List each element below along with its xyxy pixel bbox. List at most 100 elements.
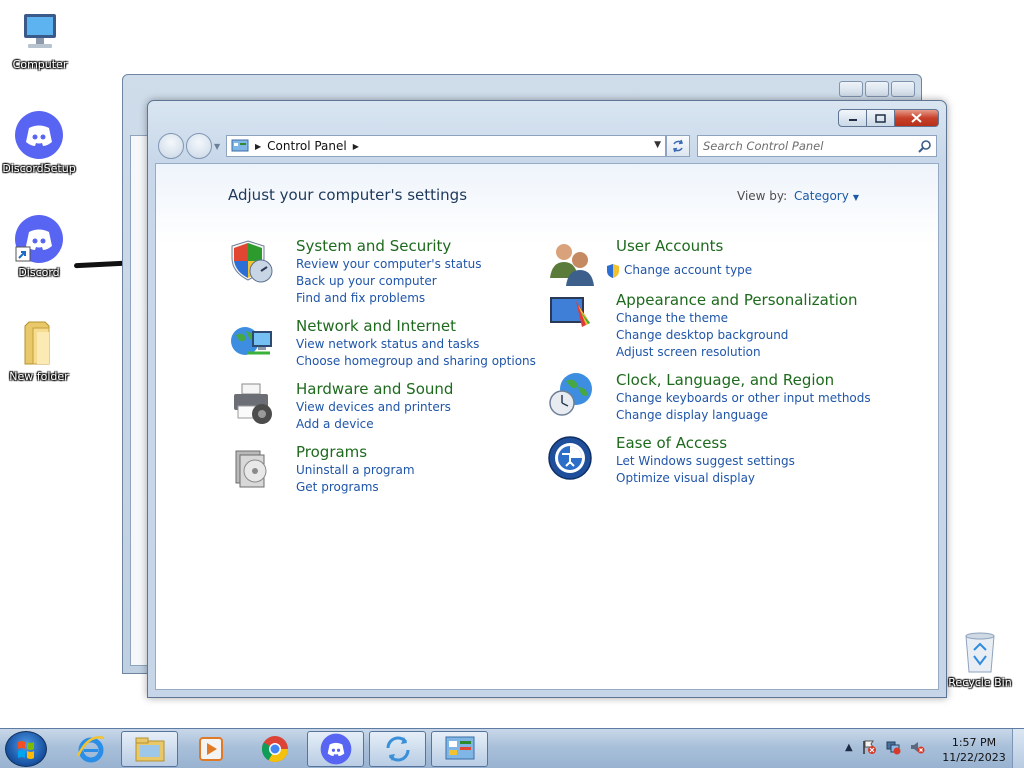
taskbar-media-player[interactable] bbox=[182, 731, 239, 767]
desktop-icon-discordsetup[interactable]: DiscordSetup bbox=[0, 110, 79, 175]
desktop-icon-discord[interactable]: Discord bbox=[0, 214, 79, 279]
desktop-icon-computer[interactable]: Computer bbox=[0, 8, 80, 71]
back-button[interactable] bbox=[158, 133, 184, 159]
breadcrumb-chevron-icon[interactable]: ▶ bbox=[353, 142, 359, 151]
taskbar-clock[interactable]: 1:57 PM 11/22/2023 bbox=[940, 735, 1008, 765]
taskbar-updater[interactable] bbox=[369, 731, 426, 767]
category-link[interactable]: Let Windows suggest settings bbox=[616, 454, 795, 468]
category-link[interactable]: Change account type bbox=[624, 263, 752, 277]
clock-time: 1:57 PM bbox=[951, 736, 997, 749]
close-button[interactable] bbox=[895, 109, 939, 127]
discord-taskbar-icon bbox=[320, 733, 351, 765]
category-link[interactable]: Review your computer's status bbox=[296, 257, 482, 271]
control-panel-content: Adjust your computer's settings View by:… bbox=[155, 163, 939, 690]
desktop-icon-label: Discord bbox=[18, 266, 60, 279]
taskbar-chrome[interactable] bbox=[246, 731, 303, 767]
discord-shortcut-icon bbox=[15, 215, 63, 263]
file-explorer-icon bbox=[135, 737, 164, 762]
media-player-icon bbox=[198, 737, 223, 761]
recycle-bin-icon bbox=[965, 632, 995, 673]
taskbar-control-panel[interactable] bbox=[431, 731, 488, 767]
breadcrumb-chevron-icon[interactable]: ▶ bbox=[255, 142, 261, 151]
category-link[interactable]: Change desktop background bbox=[616, 328, 788, 342]
discord-icon bbox=[15, 111, 63, 159]
minimize-icon bbox=[848, 119, 857, 121]
category-link[interactable]: Find and fix problems bbox=[296, 291, 425, 305]
view-by-dropdown[interactable]: Category ▼ bbox=[794, 189, 859, 203]
category-title[interactable]: Hardware and Sound bbox=[296, 380, 453, 398]
content-header-gradient bbox=[156, 164, 938, 244]
taskbar-file-explorer[interactable] bbox=[121, 731, 178, 767]
search-input[interactable] bbox=[703, 136, 903, 156]
desktop-icon-recycle-bin[interactable]: Recycle Bin bbox=[940, 630, 1020, 689]
category-link[interactable]: View devices and printers bbox=[296, 400, 451, 414]
action-center-flag-icon[interactable] bbox=[861, 739, 877, 755]
network-tray-icon[interactable] bbox=[885, 739, 901, 755]
taskbar-internet-explorer[interactable] bbox=[62, 731, 119, 767]
computer-icon bbox=[24, 14, 56, 48]
view-by-value: Category bbox=[794, 189, 849, 203]
address-dropdown-icon[interactable]: ▼ bbox=[654, 140, 661, 150]
category-title[interactable]: Clock, Language, and Region bbox=[616, 371, 834, 389]
shield-icon bbox=[231, 240, 273, 283]
show-hidden-icons-icon[interactable]: ▲ bbox=[845, 742, 853, 753]
sync-icon bbox=[386, 736, 409, 762]
desktop-icon-new-folder[interactable]: New folder bbox=[0, 318, 79, 383]
forward-button[interactable] bbox=[186, 133, 212, 159]
taskbar-discord[interactable] bbox=[307, 731, 364, 767]
category-link[interactable]: Uninstall a program bbox=[296, 463, 415, 477]
minimize-button[interactable] bbox=[838, 109, 867, 127]
maximize-button[interactable] bbox=[867, 109, 895, 127]
search-box[interactable] bbox=[697, 135, 937, 157]
view-by-label: View by: bbox=[737, 189, 788, 203]
close-icon bbox=[911, 113, 922, 123]
category-link[interactable]: Adjust screen resolution bbox=[616, 345, 761, 359]
refresh-button[interactable] bbox=[666, 135, 690, 157]
show-desktop-button[interactable] bbox=[1012, 729, 1024, 768]
breadcrumb-control-panel[interactable]: Control Panel bbox=[267, 139, 347, 153]
close-button[interactable] bbox=[891, 81, 915, 97]
category-link[interactable]: Back up your computer bbox=[296, 274, 437, 288]
folder-icon bbox=[24, 321, 50, 365]
category-link[interactable]: Choose homegroup and sharing options bbox=[296, 354, 536, 368]
address-bar[interactable]: ▶ Control Panel ▶ ▼ bbox=[226, 135, 666, 157]
category-link[interactable]: Get programs bbox=[296, 480, 379, 494]
category-title[interactable]: Appearance and Personalization bbox=[616, 291, 858, 309]
category-link[interactable]: Add a device bbox=[296, 417, 374, 431]
control-panel-icon bbox=[231, 139, 249, 152]
maximize-button[interactable] bbox=[865, 81, 889, 97]
uac-shield-icon bbox=[607, 264, 619, 278]
desktop-icon-label: Computer bbox=[12, 58, 68, 71]
category-link[interactable]: Change the theme bbox=[616, 311, 728, 325]
appearance-icon bbox=[550, 297, 590, 327]
users-icon bbox=[550, 244, 594, 286]
desktop-icon-label: New folder bbox=[9, 370, 69, 383]
category-title[interactable]: Network and Internet bbox=[296, 317, 456, 335]
category-title[interactable]: System and Security bbox=[296, 237, 451, 255]
window-controls bbox=[838, 109, 939, 127]
chrome-icon bbox=[261, 736, 288, 763]
maximize-icon bbox=[875, 113, 886, 123]
page-title: Adjust your computer's settings bbox=[228, 186, 468, 204]
globe-clock-icon bbox=[549, 373, 592, 416]
search-icon[interactable] bbox=[918, 139, 932, 153]
start-button[interactable] bbox=[5, 731, 47, 767]
windows-logo-icon bbox=[18, 741, 34, 759]
category-link[interactable]: View network status and tasks bbox=[296, 337, 479, 351]
category-link[interactable]: Change keyboards or other input methods bbox=[616, 391, 871, 405]
desktop-icon-label: Recycle Bin bbox=[948, 676, 1012, 689]
internet-explorer-icon bbox=[76, 736, 104, 763]
category-title[interactable]: Programs bbox=[296, 443, 367, 461]
minimize-button[interactable] bbox=[839, 81, 863, 97]
category-link[interactable]: Change display language bbox=[616, 408, 768, 422]
programs-icon bbox=[235, 450, 267, 488]
control-panel-taskbar-icon bbox=[445, 736, 474, 760]
category-link[interactable]: Optimize visual display bbox=[616, 471, 755, 485]
recent-pages-dropdown[interactable]: ▼ bbox=[214, 142, 220, 151]
category-title[interactable]: Ease of Access bbox=[616, 434, 727, 452]
category-title[interactable]: User Accounts bbox=[616, 237, 723, 255]
desktop-icon-label: DiscordSetup bbox=[2, 162, 76, 175]
control-panel-window[interactable]: ▼ ▶ Control Panel ▶ ▼ Adjust your comput… bbox=[147, 100, 947, 698]
ease-of-access-icon bbox=[548, 436, 592, 480]
volume-muted-icon[interactable] bbox=[909, 739, 925, 755]
